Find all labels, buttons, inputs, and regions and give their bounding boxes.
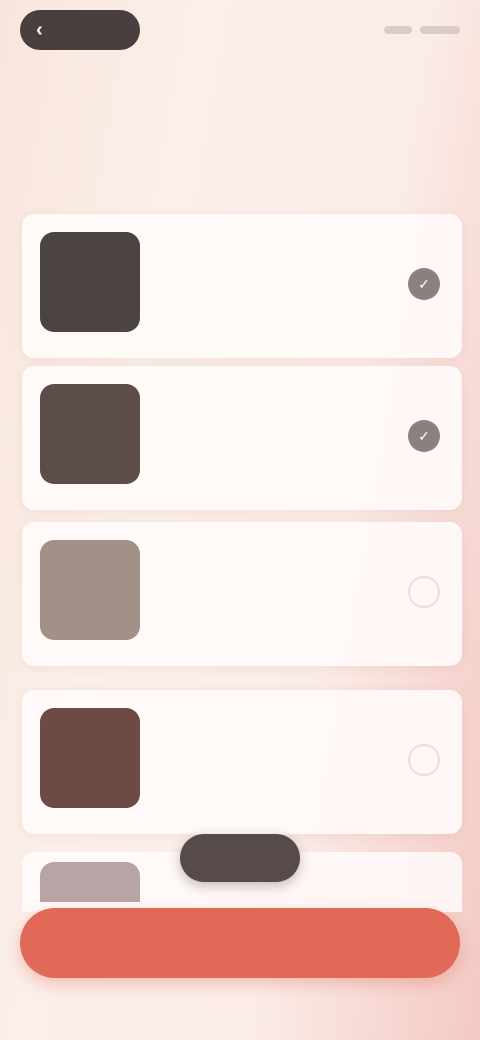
item-description — [158, 416, 382, 482]
list-item[interactable]: ✓ — [22, 366, 462, 510]
status-indicator — [420, 26, 460, 34]
item-thumbnail — [40, 540, 140, 640]
page-title — [20, 148, 380, 184]
chevron-left-icon: ‹ — [36, 19, 43, 41]
top-bar: ‹ — [20, 10, 460, 50]
item-thumbnail — [40, 232, 140, 332]
item-title — [158, 544, 382, 562]
item-description — [158, 740, 382, 806]
select-toggle[interactable]: ✓ — [408, 268, 440, 300]
check-icon: ✓ — [418, 427, 430, 444]
check-icon: ✓ — [418, 275, 430, 292]
select-toggle[interactable] — [408, 576, 440, 608]
item-title — [158, 388, 382, 406]
back-button[interactable]: ‹ — [20, 10, 140, 50]
item-description — [158, 572, 382, 638]
list-item[interactable]: ✓ — [22, 214, 462, 358]
select-toggle[interactable]: ✓ — [408, 420, 440, 452]
item-thumbnail — [40, 708, 140, 808]
item-description — [158, 264, 382, 330]
subtitle — [70, 84, 330, 108]
item-thumbnail — [40, 384, 140, 484]
status-indicator — [384, 26, 412, 34]
floating-action-button[interactable] — [180, 834, 300, 882]
list-item[interactable] — [22, 690, 462, 834]
select-toggle[interactable] — [408, 744, 440, 776]
item-thumbnail — [40, 862, 140, 902]
item-title — [158, 712, 382, 730]
item-title — [158, 236, 382, 254]
list-item[interactable] — [22, 522, 462, 666]
top-right-actions — [370, 22, 460, 38]
primary-action-button[interactable] — [20, 908, 460, 978]
